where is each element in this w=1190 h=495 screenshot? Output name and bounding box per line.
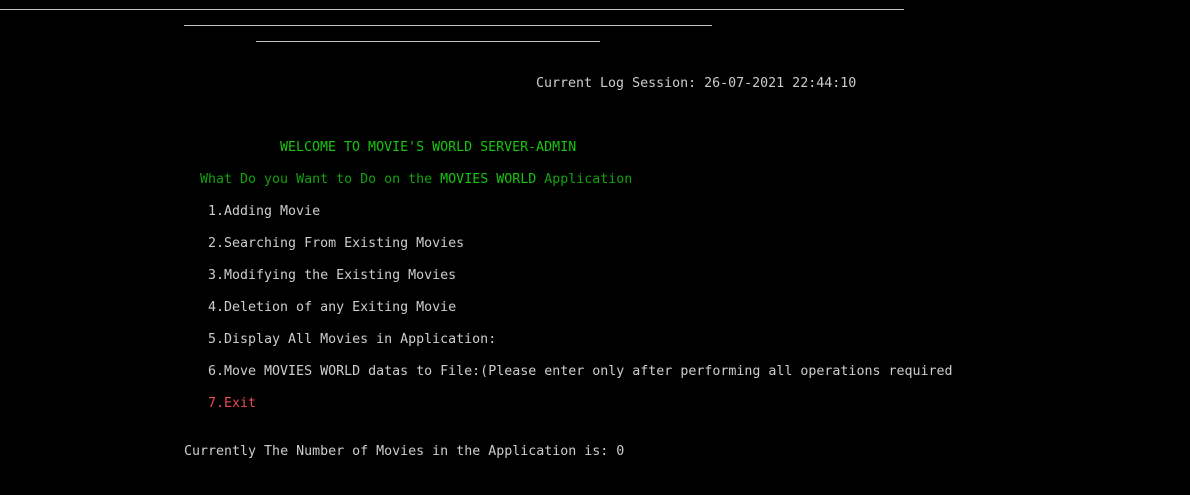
menu-option-add-movie: 1.Adding Movie: [208, 204, 321, 219]
movie-count-label: Currently The Number of Movies in the Ap…: [184, 444, 617, 459]
menu-option-delete-movie: 4.Deletion of any Exiting Movie: [208, 300, 457, 315]
movie-count-value: 0: [616, 444, 625, 459]
movie-count-status: Currently The Number of Movies in the Ap…: [184, 444, 624, 460]
menu-prompt-after: Application: [536, 172, 633, 187]
log-session-line: Current Log Session: 26-07-2021 22:44:10: [536, 76, 856, 92]
menu-option-display-movies: 5.Display All Movies in Application:: [208, 332, 497, 347]
menu-option-modify-movies: 3.Modifying the Existing Movies: [208, 268, 457, 283]
middle-divider-line: [184, 25, 712, 26]
welcome-heading: WELCOME TO MOVIE'S WORLD SERVER-ADMIN: [280, 140, 577, 155]
menu-prompt-app-name: MOVIES WORLD: [440, 172, 537, 187]
menu-prompt: What Do you Want to Do on the MOVIES WOR…: [200, 172, 632, 188]
top-divider-line: [0, 9, 904, 10]
log-session-label: Current Log Session:: [536, 76, 705, 91]
bottom-divider-line: [256, 41, 600, 42]
menu-option-search-movies: 2.Searching From Existing Movies: [208, 236, 465, 251]
menu-option-move-to-file: 6.Move MOVIES WORLD datas to File:(Pleas…: [208, 364, 953, 379]
menu-prompt-before: What Do you Want to Do on the: [200, 172, 441, 187]
log-session-timestamp: 26-07-2021 22:44:10: [704, 76, 857, 91]
menu-option-exit: 7.Exit: [208, 396, 257, 411]
